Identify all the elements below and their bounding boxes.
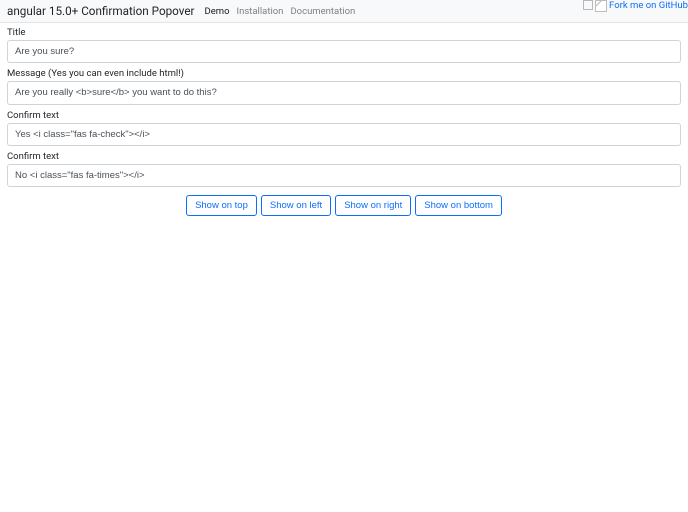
title-group: Title: [7, 27, 681, 63]
fork-on-github-text: Fork me on GitHub: [609, 0, 688, 11]
show-on-right-button[interactable]: Show on right: [335, 195, 411, 216]
fork-on-github-link[interactable]: Fork me on GitHub: [583, 0, 688, 12]
message-input[interactable]: [7, 81, 681, 104]
cancel-group: Confirm text: [7, 151, 681, 187]
show-on-top-button[interactable]: Show on top: [186, 195, 257, 216]
nav-installation[interactable]: Installation: [237, 6, 284, 17]
nav-demo[interactable]: Demo: [205, 6, 230, 17]
confirm-label: Confirm text: [7, 110, 681, 121]
main-container: Title Message (Yes you can even include …: [0, 23, 688, 223]
confirm-group: Confirm text: [7, 110, 681, 146]
cancel-input[interactable]: [7, 164, 681, 187]
message-group: Message (Yes you can even include html!): [7, 68, 681, 104]
navbar: angular 15.0+ Confirmation Popover Demo …: [0, 0, 688, 23]
title-label: Title: [7, 27, 681, 38]
title-input[interactable]: [7, 40, 681, 63]
nav-documentation[interactable]: Documentation: [290, 6, 355, 17]
brand-title: angular 15.0+ Confirmation Popover: [7, 4, 195, 18]
cancel-label: Confirm text: [7, 151, 681, 162]
button-row: Show on top Show on left Show on right S…: [7, 195, 681, 216]
confirm-input[interactable]: [7, 123, 681, 146]
broken-image-icon: [595, 0, 607, 12]
message-label: Message (Yes you can even include html!): [7, 68, 681, 79]
show-on-left-button[interactable]: Show on left: [261, 195, 331, 216]
show-on-bottom-button[interactable]: Show on bottom: [415, 195, 502, 216]
